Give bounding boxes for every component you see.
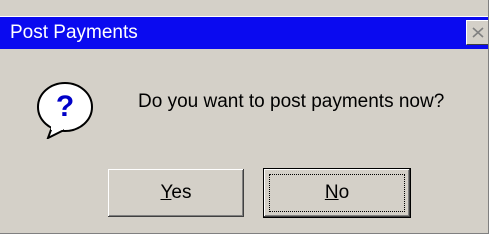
svg-text:?: ? — [56, 90, 74, 123]
no-button[interactable]: No — [264, 169, 410, 217]
dialog-message: Do you want to post payments now? — [138, 91, 445, 112]
title-bar[interactable]: Post Payments — [0, 16, 488, 49]
post-payments-dialog: Post Payments ? Do you want to post paym… — [0, 0, 489, 234]
dialog-title: Post Payments — [10, 22, 138, 43]
no-button-label: No — [324, 182, 350, 203]
close-icon — [472, 27, 484, 38]
close-button[interactable] — [466, 20, 488, 45]
yes-button-label: Yes — [160, 182, 192, 203]
question-icon: ? — [37, 82, 93, 139]
yes-button[interactable]: Yes — [108, 169, 244, 217]
